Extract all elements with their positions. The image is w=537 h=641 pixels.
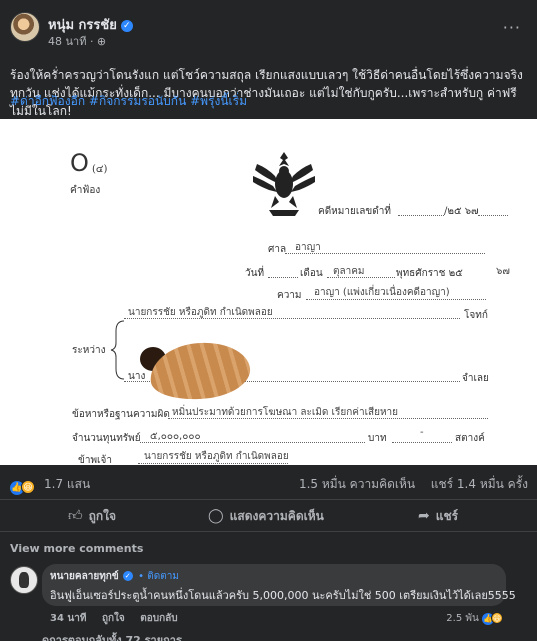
charge-label: ข้อหาหรือฐานความผิด (72, 409, 170, 420)
share-label: แชร์ (435, 509, 459, 523)
share-count[interactable]: แชร์ 1.4 หมื่น ครั้ง (431, 477, 528, 491)
reactions-bar: 👍😆 1.7 แสน 1.5 หมื่น ความคิดเห็น แชร์ 1.… (0, 466, 537, 500)
month-label: เดือน (300, 268, 323, 279)
plaintiff-role: โจทก์ (464, 310, 488, 321)
between-label: ระหว่าง (72, 345, 106, 356)
case-no-label: คดีหมายเลขดำที่ (318, 206, 391, 217)
amount-label: จำนวนทุนทรัพย์ (72, 433, 141, 444)
like-label: ถูกใจ (88, 509, 117, 523)
comment-button[interactable]: ◯ แสดงความคิดเห็น (208, 507, 324, 526)
view-replies-link[interactable]: ดูการตอบกลับทั้ง 72 รายการ (42, 631, 182, 641)
comment-text: อินฟูเอ็นเซอร์ประตูน้ำคนหนึ่งโดนแล้วครับ… (50, 589, 516, 602)
comment-time[interactable]: 34 นาที (50, 613, 86, 624)
brace-mark (110, 320, 125, 380)
verified-badge-icon: ✓ (120, 20, 133, 32)
reaction-count[interactable]: 1.7 แสน (44, 475, 90, 494)
post-time[interactable]: 48 นาที · ⊕ (48, 32, 106, 50)
thumbs-up-icon: 👍︎ (68, 508, 83, 524)
owner-label: ข้าพเจ้า (78, 455, 112, 465)
haha-icon: 😆 (491, 612, 503, 624)
comment-reactions[interactable]: 2.5 พัน 👍😆 (446, 611, 503, 626)
more-options-button[interactable]: ··· (503, 18, 521, 37)
garuda-emblem-icon (253, 152, 315, 216)
larva-image (140, 337, 253, 405)
comment-label: แสดงความคิดเห็น (229, 509, 324, 523)
owner-value: นายกรรชัย หรือภูดิท กำเนิดพลอย (144, 451, 289, 462)
year-label: พุทธศักราช ๒๕ (396, 268, 463, 279)
defendant-role: จำเลย (462, 373, 489, 384)
form-number: (๔) (92, 164, 108, 175)
form-title: คำฟ้อง (70, 185, 101, 196)
author-avatar[interactable] (10, 12, 40, 42)
satang-label: สตางค์ (455, 433, 485, 444)
reaction-icons[interactable]: 👍😆 (10, 475, 35, 495)
commenter-avatar[interactable] (10, 566, 38, 594)
post-header: หนุ่ม กรรชัย ✓ 48 นาที · ⊕ ··· (0, 0, 537, 58)
year-value: ๖๗ (496, 266, 510, 277)
comment-meta: 34 นาที ถูกใจ ตอบกลับ (50, 611, 190, 626)
verified-badge-icon: ✓ (122, 571, 133, 581)
share-button[interactable]: ➦ แชร์ (418, 507, 458, 526)
matter-label: ความ (277, 290, 302, 301)
comment-reply-button[interactable]: ตอบกลับ (140, 613, 177, 624)
court-label: ศาล (268, 244, 287, 255)
post-actions: 👍︎ ถูกใจ ◯ แสดงความคิดเห็น ➦ แชร์ (0, 500, 537, 532)
share-arrow-icon: ➦ (418, 508, 430, 524)
commenter-name[interactable]: หนายคลายทุกข์ (50, 571, 119, 582)
like-button[interactable]: 👍︎ ถูกใจ (68, 507, 116, 526)
view-more-comments-link[interactable]: View more comments (10, 542, 143, 555)
comment-bubble-icon: ◯ (208, 508, 224, 524)
post-hashtags[interactable]: #ด่าอีกฟ้องอีก #กิจกรรมรอนับกัน #พรุ่งนี… (10, 92, 247, 111)
comment-like-button[interactable]: ถูกใจ (102, 613, 125, 624)
case-year: /๒๕ ๖๗ (444, 206, 479, 217)
comment-count[interactable]: 1.5 หมื่น ความคิดเห็น (299, 477, 415, 491)
haha-icon: 😆 (21, 480, 35, 494)
commenter-name-row: หนายคลายทุกข์ ✓ • ติดตาม (50, 569, 179, 584)
post-stats: 1.5 หมื่น ความคิดเห็น แชร์ 1.4 หมื่น ครั… (299, 475, 528, 494)
follow-button[interactable]: • ติดตาม (138, 571, 179, 582)
post-image-document[interactable]: O (๔) คำฟ้อง คดีหมายเลขดำที่ /๒๕ ๖๗ ศาล … (0, 119, 537, 465)
satang-dash: - (420, 427, 424, 438)
matter-value: อาญา (แพ่งเกี่ยวเนื่องคดีอาญา) (314, 287, 450, 298)
form-code: O (70, 149, 89, 177)
date-label: วันที่ (245, 268, 265, 279)
comment-reaction-count: 2.5 พัน (446, 613, 479, 624)
baht-label: บาท (368, 433, 387, 444)
comment-bubble: หนายคลายทุกข์ ✓ • ติดตาม อินฟูเอ็นเซอร์ปร… (42, 564, 516, 606)
author-name[interactable]: หนุ่ม กรรชัย (48, 18, 117, 33)
